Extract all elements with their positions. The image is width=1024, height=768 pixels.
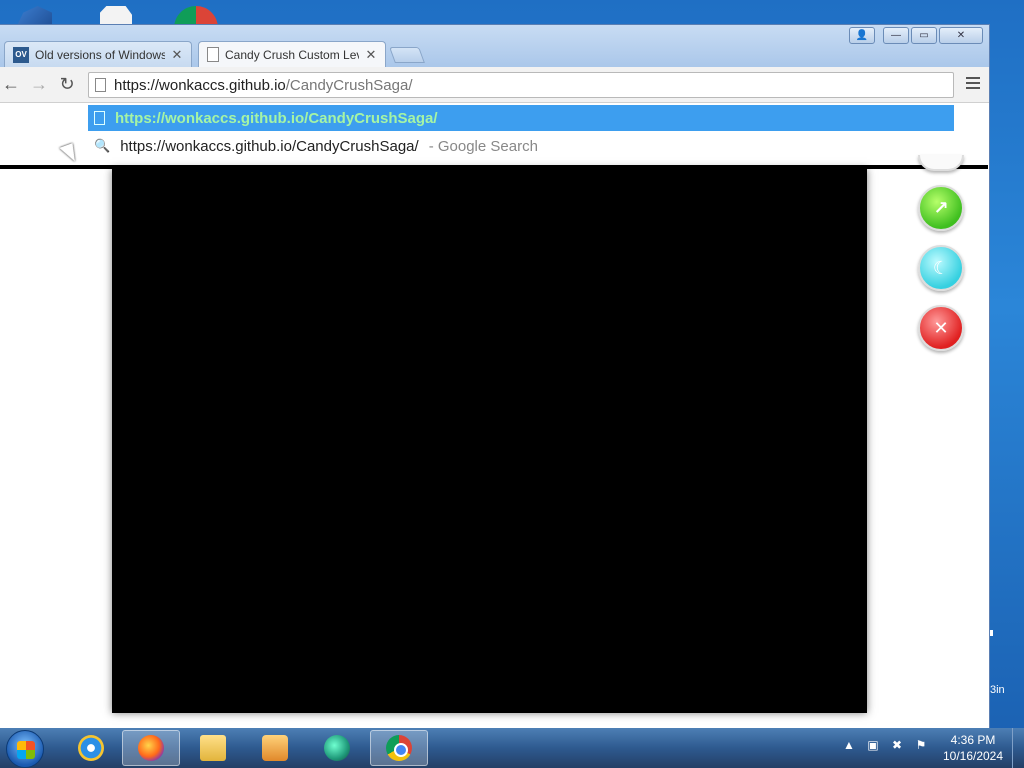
- firefox-icon: [138, 735, 164, 761]
- close-icon[interactable]: ✕: [365, 47, 377, 63]
- desktop-partial-label: 3in: [990, 684, 1005, 696]
- taskbar: ▲ ▣ ✖ ⚑ 4:36 PM 10/16/2024: [0, 728, 1024, 768]
- moon-icon: ☾: [932, 257, 950, 278]
- red-round-button[interactable]: ✕: [918, 305, 964, 351]
- url-host: https://wonkaccs.github.io: [114, 76, 286, 94]
- media-player-icon: [262, 735, 288, 761]
- page-icon: [207, 47, 219, 62]
- address-bar[interactable]: https://wonkaccs.github.io/CandyCrushSag…: [88, 72, 954, 98]
- forward-arrow-icon[interactable]: →: [28, 73, 50, 95]
- system-tray: ▲ ▣ ✖ ⚑: [842, 738, 928, 754]
- clock[interactable]: 4:36 PM 10/16/2024: [938, 732, 1008, 764]
- windows-logo-icon: [17, 741, 35, 759]
- app-icon: [324, 735, 350, 761]
- tab-candy-crush[interactable]: Candy Crush Custom Leve ✕: [198, 41, 386, 67]
- tab-strip: OV Old versions of Windows ✕ Candy Crush…: [0, 25, 989, 67]
- taskbar-file-explorer[interactable]: [184, 730, 242, 766]
- suggestion-url[interactable]: https://wonkaccs.github.io/CandyCrushSag…: [88, 105, 954, 131]
- share-icon: ↗: [933, 197, 949, 218]
- taskbar-internet-explorer[interactable]: [62, 730, 120, 766]
- chrome-icon: [386, 735, 412, 761]
- clock-date: 10/16/2024: [942, 749, 1004, 763]
- close-window-button[interactable]: ✕: [939, 27, 983, 44]
- suggestion-hint: - Google Search: [428, 137, 538, 155]
- browser-toolbar: ← → ↻ https://wonkaccs.github.io/CandyCr…: [0, 67, 989, 103]
- show-desktop-button[interactable]: [1012, 728, 1024, 768]
- maximize-button[interactable]: ▭: [911, 27, 937, 44]
- chevron-up-icon[interactable]: ▲: [842, 738, 856, 754]
- volume-muted-icon[interactable]: ✖: [890, 738, 904, 754]
- url-path: /CandyCrushSaga/: [285, 76, 413, 94]
- clock-time: 4:36 PM: [950, 733, 996, 747]
- minimize-button[interactable]: —: [883, 27, 909, 44]
- browser-window: OV Old versions of Windows ✕ Candy Crush…: [0, 24, 990, 729]
- suggestion-search[interactable]: 🔍 https://wonkaccs.github.io/CandyCrushS…: [88, 133, 954, 159]
- folder-icon: [200, 735, 226, 761]
- green-round-button[interactable]: ↗: [918, 185, 964, 231]
- internet-explorer-icon: [78, 735, 104, 761]
- tab-title: Old versions of Windows: [35, 47, 165, 62]
- tools-icon: ✕: [933, 317, 949, 338]
- back-arrow-icon[interactable]: ←: [0, 73, 22, 95]
- close-icon[interactable]: ✕: [171, 47, 183, 63]
- profile-icon[interactable]: 👤: [849, 27, 875, 44]
- taskbar-app[interactable]: [308, 730, 366, 766]
- taskbar-chrome[interactable]: [370, 730, 428, 766]
- page-icon: [95, 78, 106, 92]
- ov-favicon-icon: OV: [13, 46, 29, 63]
- omnibox-suggestions: https://wonkaccs.github.io/CandyCrushSag…: [0, 103, 989, 165]
- start-button[interactable]: [6, 730, 44, 768]
- new-tab-button[interactable]: [389, 47, 425, 63]
- tab-title: Candy Crush Custom Leve: [225, 47, 359, 62]
- search-icon: 🔍: [94, 138, 111, 153]
- taskbar-media-player[interactable]: [246, 730, 304, 766]
- window-controls: 👤 — ▭ ✕: [849, 27, 983, 44]
- game-canvas[interactable]: [112, 169, 867, 713]
- cyan-round-button[interactable]: ☾: [918, 245, 964, 291]
- suggestion-text: https://wonkaccs.github.io/CandyCrushSag…: [115, 109, 438, 127]
- taskbar-firefox[interactable]: [122, 730, 180, 766]
- hamburger-menu-icon[interactable]: [965, 75, 981, 91]
- tab-old-versions-of-windows[interactable]: OV Old versions of Windows ✕: [4, 41, 192, 67]
- suggestion-text: https://wonkaccs.github.io/CandyCrushSag…: [120, 137, 419, 155]
- network-icon[interactable]: ▣: [866, 738, 880, 754]
- page-content: ↗ ☾ ✕: [0, 155, 989, 729]
- flag-icon[interactable]: ⚑: [914, 738, 928, 754]
- reload-icon[interactable]: ↻: [56, 73, 78, 95]
- page-icon: [94, 111, 105, 125]
